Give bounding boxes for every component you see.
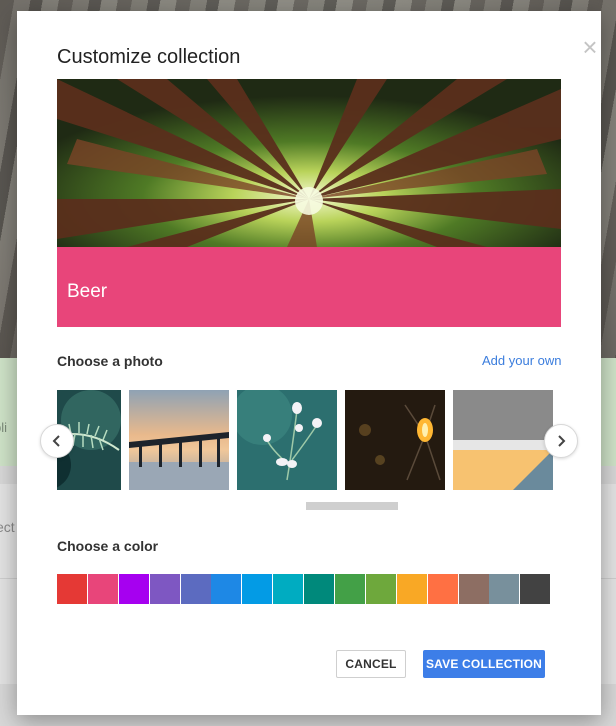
color-swatch[interactable] <box>118 574 149 604</box>
color-swatch[interactable] <box>149 574 180 604</box>
color-swatch[interactable] <box>396 574 427 604</box>
chevron-right-icon <box>558 435 566 447</box>
color-swatch[interactable] <box>520 574 551 604</box>
color-swatch[interactable] <box>211 574 242 604</box>
color-swatch[interactable] <box>335 574 366 604</box>
choose-photo-label: Choose a photo <box>57 353 163 369</box>
background-lower-text: ect <box>0 519 15 535</box>
color-swatch[interactable] <box>57 574 87 604</box>
chevron-left-icon <box>52 435 60 447</box>
color-swatch[interactable] <box>458 574 489 604</box>
color-swatch[interactable] <box>427 574 458 604</box>
color-swatch[interactable] <box>87 574 118 604</box>
color-swatch[interactable] <box>365 574 396 604</box>
cancel-button[interactable]: CANCEL <box>336 650 406 678</box>
carousel-prev-button[interactable] <box>40 424 74 458</box>
color-swatch-row <box>57 574 551 604</box>
photo-thumb-buds[interactable] <box>237 390 337 490</box>
background-band-text: bli <box>0 420 8 435</box>
dialog-title: Customize collection <box>57 46 241 68</box>
collection-cover-photo <box>57 79 561 247</box>
carousel-next-button[interactable] <box>544 424 578 458</box>
add-your-own-link[interactable]: Add your own <box>482 353 562 368</box>
save-collection-button[interactable]: SAVE COLLECTION <box>423 650 545 678</box>
color-swatch[interactable] <box>180 574 211 604</box>
collection-color-banner: Beer <box>57 247 561 327</box>
color-swatch[interactable] <box>489 574 520 604</box>
color-swatch[interactable] <box>273 574 304 604</box>
photo-thumb-bridge[interactable] <box>129 390 229 490</box>
photo-carousel <box>57 390 553 490</box>
collection-name: Beer <box>67 281 108 302</box>
color-swatch[interactable] <box>242 574 273 604</box>
carousel-scrollbar[interactable] <box>306 502 398 510</box>
choose-color-label: Choose a color <box>57 538 159 554</box>
photo-thumb-bulb[interactable] <box>345 390 445 490</box>
color-swatch[interactable] <box>304 574 335 604</box>
close-icon[interactable]: × <box>580 34 600 60</box>
photo-thumb-abstract[interactable] <box>453 390 553 490</box>
